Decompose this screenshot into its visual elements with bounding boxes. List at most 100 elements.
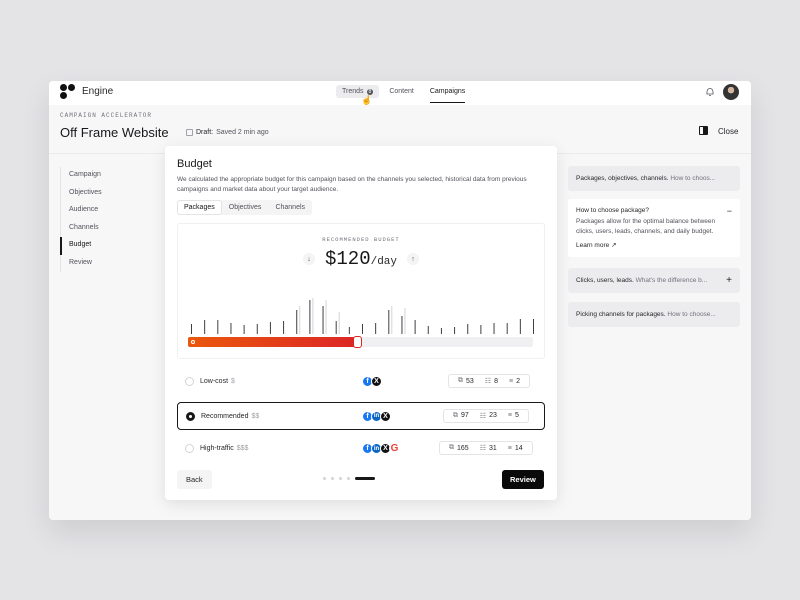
page-dot[interactable] (331, 477, 334, 480)
package-label: Recommended (201, 412, 249, 420)
page-dot[interactable] (347, 477, 350, 480)
app-window: Engine Trends 8 Content Campaigns ☝ CAMP… (49, 81, 751, 520)
package-radio[interactable] (186, 411, 195, 421)
histogram-bar (217, 320, 219, 334)
histogram-bar (375, 323, 377, 334)
draft-status: Draft: Saved 2 min ago (186, 129, 269, 136)
histogram-bar (388, 310, 390, 334)
stat-value: 23 (489, 412, 497, 419)
histogram-bar (243, 325, 245, 334)
filter-icon: ≡ (508, 377, 514, 385)
page-eyebrow: CAMPAIGN ACCELERATOR (60, 112, 153, 119)
hand-cursor-icon: ☝ (361, 95, 373, 105)
package-high-traffic[interactable]: High-traffic $$$ f in X G ⧉ 165 ☷ 31 ≡ 14 (177, 435, 545, 463)
faq-how-to-choose[interactable]: How to choose package? − Packages allow f… (568, 199, 740, 257)
step-review[interactable]: Review (60, 254, 160, 272)
back-button[interactable]: Back (177, 470, 212, 489)
histogram-bar (440, 328, 442, 334)
package-name: Low-cost $ (200, 378, 235, 385)
nav-campaigns[interactable]: Campaigns (424, 85, 471, 103)
package-low-cost[interactable]: Low-cost $ f X ⧉ 53 ☷ 8 ≡ 2 (177, 368, 545, 396)
clicks-icon: ⧉ (449, 444, 454, 451)
learn-more-label: Learn more (576, 242, 610, 249)
faq-picking-channels[interactable]: Picking channels for packages. How to ch… (568, 302, 740, 327)
histogram-bar-ghost (404, 308, 406, 334)
faq-question: How to choose package? − (568, 199, 740, 217)
histogram-bar (269, 322, 271, 334)
budget-histogram (191, 298, 534, 334)
tab-channels[interactable]: Channels (269, 201, 311, 214)
package-label: High-traffic (200, 445, 234, 452)
stat-value: 8 (494, 377, 498, 385)
histogram-bar (506, 323, 508, 334)
histogram-bar (493, 323, 495, 334)
engine-logo-icon[interactable] (60, 84, 76, 100)
histogram-bar-ghost (325, 300, 327, 334)
page-dot[interactable] (323, 477, 326, 480)
stat-value: 165 (457, 444, 469, 452)
decrease-budget-button[interactable]: ↓ (302, 253, 315, 265)
tab-objectives[interactable]: Objectives (223, 201, 268, 214)
stat-users: ☷ 31 (475, 444, 502, 453)
nav-trends-label: Trends (342, 88, 364, 95)
budget-selector: RECOMMENDED BUDGET ↓ $120/day ↑ (177, 223, 545, 359)
histogram-bar (362, 324, 363, 334)
stat-value: 5 (514, 412, 519, 419)
histogram-bar (533, 319, 534, 334)
faq-title: Packages, objectives, channels. (576, 175, 669, 182)
histogram-bar-ghost (312, 298, 314, 334)
increase-budget-button[interactable]: ↑ (407, 253, 419, 265)
draft-checkbox[interactable] (186, 129, 193, 136)
step-objectives[interactable]: Objectives (60, 184, 160, 202)
budget-slider[interactable] (188, 336, 533, 348)
step-channels[interactable]: Channels (60, 219, 160, 237)
histogram-bar (283, 321, 285, 334)
google-icon: G (389, 443, 400, 454)
collapse-icon[interactable]: − (727, 206, 732, 216)
page-dot[interactable] (339, 477, 342, 480)
histogram-bar (519, 319, 521, 334)
package-channels: f in X G (362, 443, 400, 454)
page-dot-active[interactable] (355, 477, 375, 480)
faq-clicks-users-leads[interactable]: Clicks, users, leads. What's the differe… (568, 268, 740, 293)
histogram-bar (454, 327, 456, 334)
step-budget[interactable]: Budget (60, 237, 160, 255)
stat-users: ☷ 8 (480, 377, 503, 386)
nav-trends[interactable]: Trends 8 (336, 85, 380, 98)
learn-more-link[interactable]: Learn more ↗ (568, 236, 740, 257)
histogram-bar (296, 310, 298, 334)
package-label: Low-cost (200, 378, 229, 385)
package-cost: $$ (251, 412, 260, 420)
review-button[interactable]: Review (502, 470, 544, 489)
histogram-bar (230, 323, 232, 334)
slider-handle[interactable] (353, 336, 363, 348)
package-recommended[interactable]: Recommended $$ f in X ⧉ 97 ☷ 23 ≡ 5 (177, 401, 545, 430)
package-cost: $ (231, 378, 235, 385)
nav-campaigns-label: Campaigns (429, 88, 466, 95)
x-icon: X (380, 410, 391, 422)
step-audience[interactable]: Audience (60, 202, 160, 220)
draft-label: Draft: (196, 129, 214, 136)
saved-time: Saved 2 min ago (216, 129, 269, 136)
close-button[interactable]: Close (718, 127, 738, 136)
histogram-bar-ghost (299, 306, 301, 334)
nav-content[interactable]: Content (383, 85, 420, 98)
stat-value: 14 (514, 444, 523, 452)
pagination-dots (323, 477, 375, 480)
tab-packages[interactable]: Packages (178, 201, 221, 214)
budget-tabs: Packages Objectives Channels (177, 200, 313, 215)
histogram-bar (467, 324, 469, 334)
histogram-bar (204, 320, 206, 334)
expand-icon[interactable]: + (726, 275, 732, 286)
step-campaign[interactable]: Campaign (60, 167, 160, 185)
budget-card: Budget We calculated the appropriate bud… (165, 146, 557, 500)
external-link-icon: ↗ (611, 242, 617, 249)
package-radio[interactable] (185, 444, 194, 453)
package-radio[interactable] (185, 377, 194, 386)
bell-icon[interactable] (705, 87, 715, 97)
side-panel-icon[interactable] (699, 126, 708, 135)
faq-packages-objectives[interactable]: Packages, objectives, channels. How to c… (568, 166, 740, 191)
histogram-bar (256, 324, 258, 334)
user-avatar[interactable] (723, 84, 739, 100)
stat-leads: ≡ 5 (503, 412, 524, 420)
